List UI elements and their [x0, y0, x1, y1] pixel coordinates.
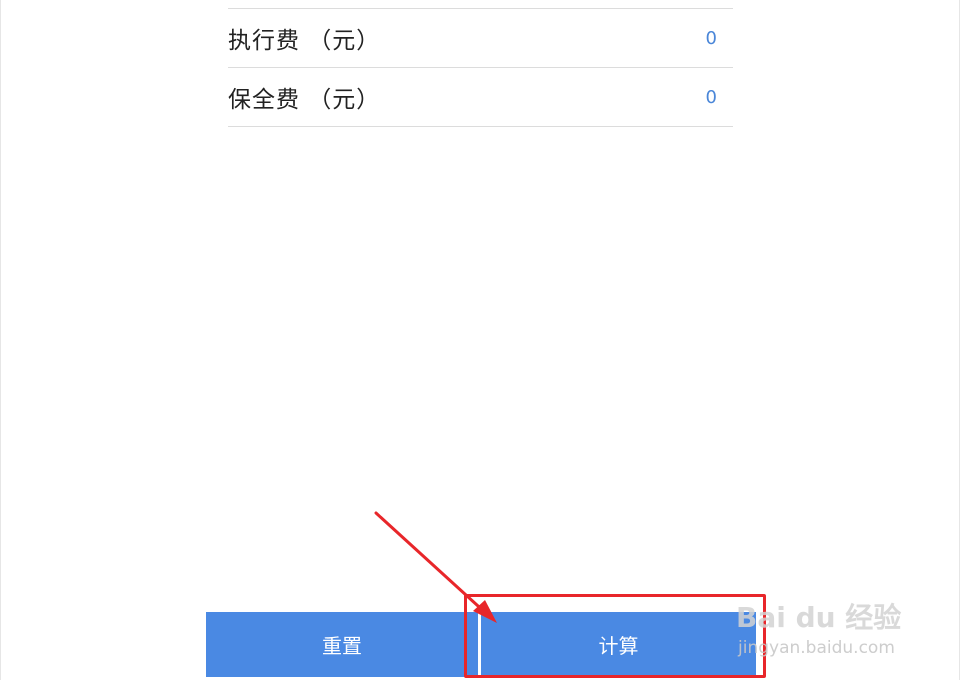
watermark-logo: Bai du 经验 — [736, 601, 902, 634]
fee-label-preservation: 保全费 （元） — [228, 87, 381, 113]
fee-list: 执行费 （元） 0 保全费 （元） 0 — [228, 0, 733, 127]
fee-value-preservation: 0 — [705, 86, 717, 108]
baidu-watermark: Bai du 经验 jingyan.baidu.com — [736, 578, 916, 668]
fee-row-preservation: 保全费 （元） 0 — [228, 68, 733, 127]
fee-value-execution: 0 — [705, 27, 717, 49]
app-screen: 执行费 （元） 0 保全费 （元） 0 重置 计算 Bai du 经验 jing… — [0, 0, 960, 680]
bottom-action-bar: 重置 计算 — [206, 612, 756, 677]
reset-button[interactable]: 重置 — [206, 612, 478, 677]
calculate-button[interactable]: 计算 — [481, 612, 756, 677]
list-top-divider — [228, 0, 733, 9]
fee-row-execution: 执行费 （元） 0 — [228, 9, 733, 68]
watermark-url: jingyan.baidu.com — [738, 638, 895, 658]
fee-label-execution: 执行费 （元） — [228, 28, 381, 54]
